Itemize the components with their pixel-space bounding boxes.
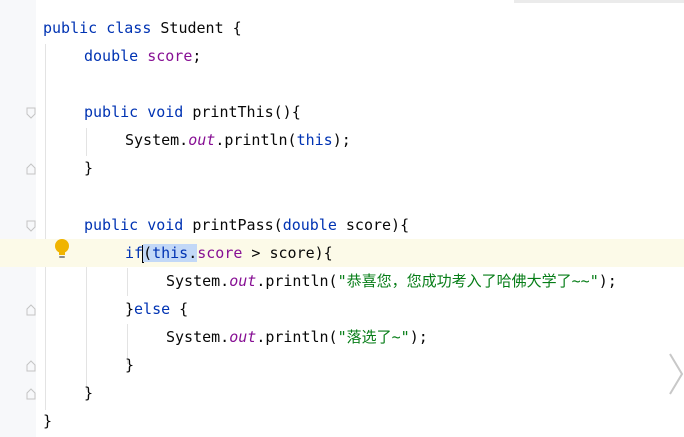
chevron-right-icon[interactable] [668,350,684,398]
code-line[interactable]: System.out.println(this); [43,126,684,154]
code-text: System. [166,328,230,346]
code-line[interactable]: System.out.println("落选了~"); [43,323,684,351]
string-literal: "落选了~" [337,328,410,346]
code-text: } [84,384,94,402]
static-field: out [188,131,216,149]
keyword: double [84,47,139,65]
keyword: double [282,216,337,234]
code-text: ; [192,47,202,65]
keyword: else [134,300,171,318]
code-text: } [84,159,94,177]
code-text: System. [125,131,189,149]
fold-marker-icon[interactable] [26,220,36,232]
keyword: public class [43,19,152,37]
code-line[interactable]: public void printThis(){ [43,98,684,126]
code-editor[interactable]: public class Student { double score; pub… [0,0,684,437]
code-line[interactable]: public class Student { [43,14,684,42]
static-field: out [229,272,257,290]
keyword: if [125,244,144,262]
code-text: .println( [215,131,297,149]
static-field: out [229,328,257,346]
fold-marker-icon[interactable] [26,388,36,400]
keyword: this [296,131,333,149]
code-text: ); [409,328,428,346]
code-text: .println( [256,328,338,346]
field-name: score [147,47,193,65]
code-text: } [43,412,53,430]
string-literal: "恭喜您，您成功考入了哈佛大学了~~" [337,272,599,290]
code-line[interactable]: } [43,351,684,379]
fold-marker-icon[interactable] [26,360,36,372]
code-line[interactable]: }else { [43,295,684,323]
fold-marker-icon[interactable] [26,107,36,119]
fold-marker-icon[interactable] [26,163,36,175]
code-text: } [125,356,135,374]
code-text: score){ [336,216,410,234]
code-text: Student { [151,19,242,37]
code-line[interactable]: public void printPass(double score){ [43,211,684,239]
code-line[interactable]: double score; [43,42,684,70]
field-name: score [197,244,243,262]
lightbulb-icon[interactable] [53,238,71,260]
code-text: System. [166,272,230,290]
fold-marker-icon[interactable] [26,304,36,316]
code-line[interactable]: System.out.println("恭喜您，您成功考入了哈佛大学了~~"); [43,267,684,295]
code-text: ); [598,272,617,290]
code-line[interactable]: } [43,154,684,182]
code-line-current[interactable]: if(this.score > score){ [0,239,684,267]
code-text: { [170,300,189,318]
code-text: ); [332,131,351,149]
keyword: public void [84,216,184,234]
code-text: } [125,300,135,318]
code-line[interactable]: } [43,407,684,435]
code-area[interactable]: public class Student { double score; pub… [0,0,684,437]
code-line[interactable]: } [43,379,684,407]
selection-paren: ( [143,244,153,262]
code-text: printPass( [183,216,283,234]
keyword-selected: this [152,244,189,262]
keyword: public void [84,103,184,121]
code-text: > score){ [242,244,333,262]
selection-dot: . [188,244,198,262]
code-text: printThis(){ [183,103,301,121]
code-text: .println( [256,272,338,290]
